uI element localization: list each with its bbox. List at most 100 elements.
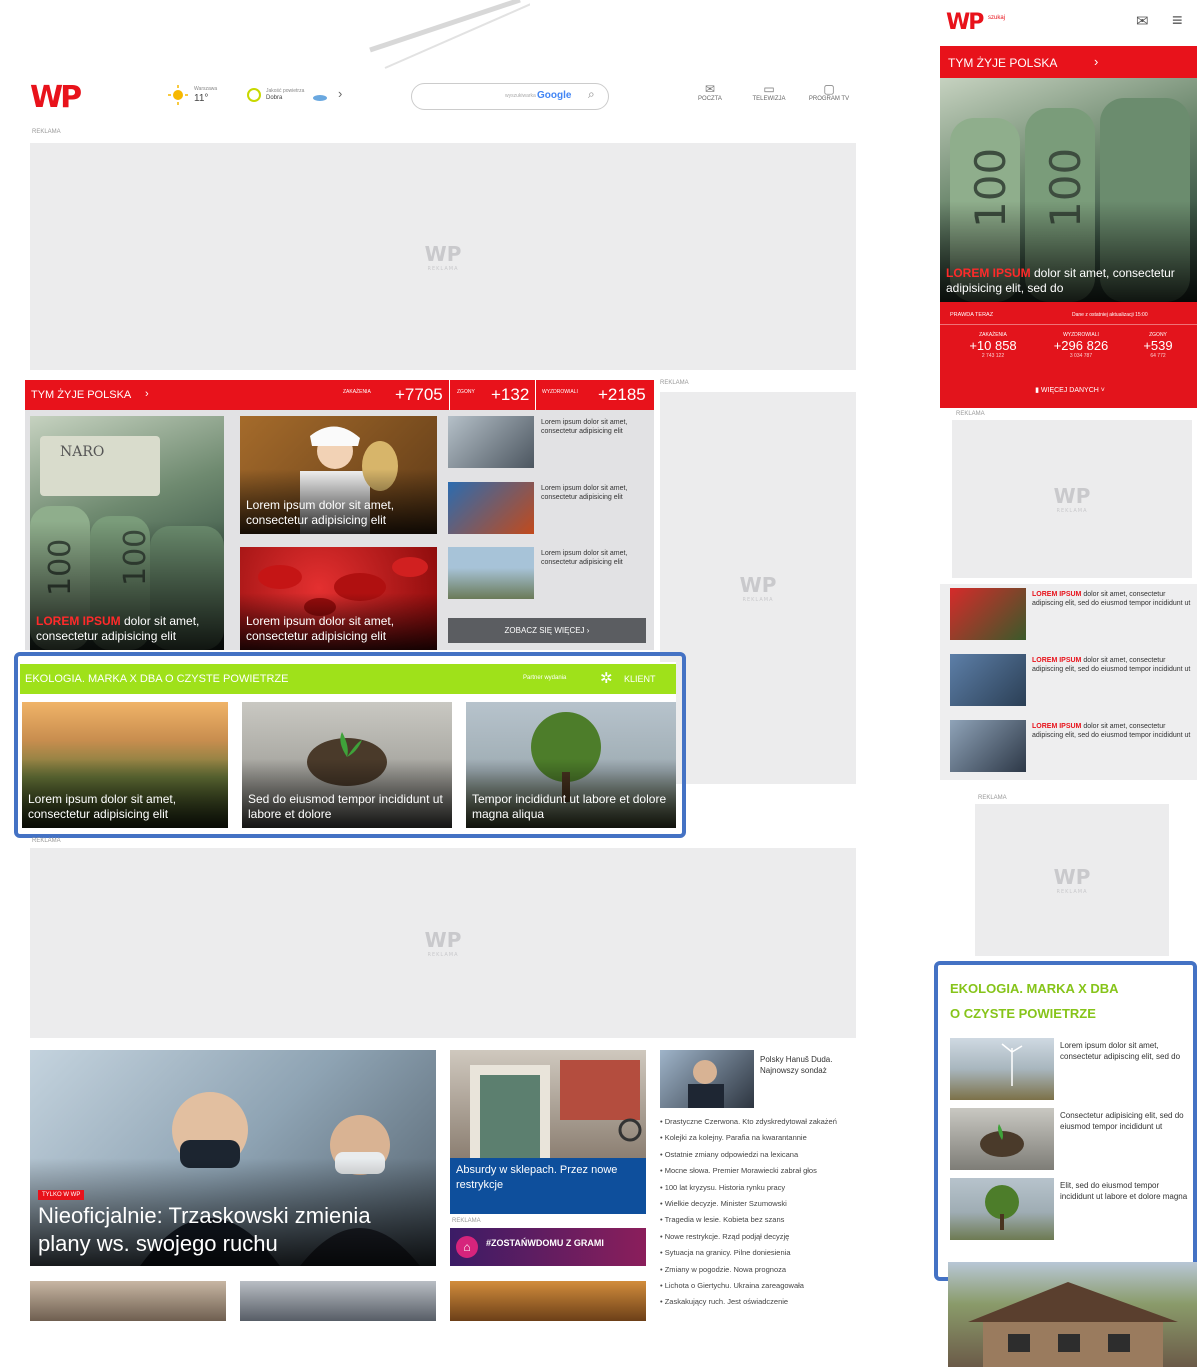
story-small-3[interactable]: Lorem ipsum dolor sit amet, consectetur …: [541, 549, 649, 567]
see-more-button[interactable]: ZOBACZ SIĘ WIĘCEJ ›: [448, 618, 646, 643]
news-list-item[interactable]: • Mocne słowa. Premier Morawiecki zabrał…: [660, 1163, 856, 1179]
weather-label: Warszawa: [194, 86, 218, 92]
wp-watermark: WP REKLAMA: [1053, 484, 1091, 514]
mobile-list-item[interactable]: LOREM IPSUM dolor sit amet, consectetur …: [1032, 590, 1192, 608]
calendar-icon: ▢: [823, 82, 835, 96]
stat-label: ZGONY: [457, 389, 475, 395]
mobile-stats: PRAWDA TERAZ Dane z ostatniej aktualizac…: [940, 302, 1197, 408]
story-small-2-image[interactable]: [448, 482, 534, 534]
search-input[interactable]: wyszukiwarka Google ⌕: [411, 83, 609, 110]
air-quality-label: Jakość powietrza: [266, 88, 305, 94]
svg-text:NARO: NARO: [60, 444, 104, 460]
mobile-list-2-image[interactable]: [950, 654, 1026, 706]
bottom-story-3[interactable]: [450, 1281, 646, 1321]
decorative-stroke: [369, 0, 530, 69]
mobile-wp-logo[interactable]: WP: [946, 10, 984, 35]
story-small-3-image[interactable]: [448, 547, 534, 599]
mobile-house-story[interactable]: [948, 1262, 1197, 1367]
news-list-item[interactable]: • Lichota o Giertychu. Ukraina zareagowa…: [660, 1278, 856, 1294]
bottom-story-1[interactable]: [30, 1281, 226, 1321]
stat-value: +132: [491, 385, 530, 404]
games-banner[interactable]: ⌂ #ZOSTAŃWDOMU Z GRAMI: [450, 1228, 646, 1266]
stats-caption: PRAWDA TERAZ: [950, 312, 994, 318]
mobile-list-item[interactable]: LOREM IPSUM dolor sit amet, consectetur …: [1032, 656, 1192, 674]
hamburger-menu-icon[interactable]: ≡: [1172, 10, 1183, 31]
stat-value: +7705: [395, 385, 443, 404]
wp-watermark: WP REKLAMA: [424, 241, 462, 272]
chevron-right-icon: ›: [1094, 54, 1099, 69]
news-list-item[interactable]: • Zaskakujący ruch. Jest oświadczenie: [660, 1294, 856, 1310]
nav-program-label: PROGRAM TV: [808, 96, 850, 102]
chevron-right-icon[interactable]: ›: [338, 86, 342, 101]
mobile-mail-icon[interactable]: ✉: [1136, 12, 1149, 30]
wp-watermark: WP REKLAMA: [424, 928, 462, 958]
story-mid-2-caption: Lorem ipsum dolor sit amet, consectetur …: [246, 614, 395, 643]
ad-label: REKLAMA: [32, 129, 61, 135]
mobile-stat-deaths: ZGONY +539 64 772: [1143, 332, 1173, 359]
story-mid-2[interactable]: Lorem ipsum dolor sit amet, consectetur …: [240, 547, 437, 650]
nav-mail[interactable]: ✉ POCZTA: [692, 82, 728, 102]
news-list-item[interactable]: • Sytuacja na granicy. Pilne doniesienia: [660, 1245, 856, 1261]
exclusive-badge: TYLKO W WP: [38, 1190, 85, 1200]
mobile-hero[interactable]: 100 100 LOREM IPSUM dolor sit amet, cons…: [940, 78, 1197, 302]
more-data-button[interactable]: ▮ WIĘCEJ DANYCH ˅: [990, 386, 1150, 394]
main-story-title: Nieoficjalnie: Trzaskowski zmienia plany…: [38, 1203, 371, 1256]
news-list-item[interactable]: • Zmiany w pogodzie. Nowa prognoza: [660, 1262, 856, 1278]
story-big-caption: LOREM IPSUM dolor sit amet, consectetur …: [36, 614, 200, 643]
nav-tv[interactable]: ▭ TELEWIZJA: [745, 82, 793, 102]
news-list-item[interactable]: • Wielkie decyzje. Minister Szumowski: [660, 1196, 856, 1212]
weather-temp: 11°: [194, 93, 209, 104]
mobile-poland-header[interactable]: TYM ŻYJE POLSKA ›: [940, 46, 1197, 78]
mobile-list-item[interactable]: LOREM IPSUM dolor sit amet, consectetur …: [1032, 722, 1192, 740]
shop-story-image[interactable]: [450, 1050, 646, 1158]
wp-watermark: WP REKLAMA: [739, 573, 777, 603]
news-list-item[interactable]: • Drastyczne Czerwona. Kto zdyskredytowa…: [660, 1114, 856, 1130]
news-list-item[interactable]: • 100 lat kryzysu. Historia rynku pracy: [660, 1180, 856, 1196]
ad-label-right: REKLAMA: [660, 380, 689, 386]
divider: [940, 324, 1197, 325]
stat-label: ZAKAŻENIA: [343, 389, 371, 395]
main-story[interactable]: TYLKO W WP Nieoficjalnie: Trzaskowski zm…: [30, 1050, 436, 1266]
sun-icon: [168, 85, 188, 105]
ad-label: REKLAMA: [32, 838, 61, 844]
wp-logo[interactable]: WP: [30, 80, 82, 115]
tv-icon: ▭: [763, 82, 775, 96]
search-icon[interactable]: ⌕: [588, 87, 595, 102]
mobile-list-3-image[interactable]: [950, 720, 1026, 772]
mobile-list-1-image[interactable]: [950, 588, 1026, 640]
poland-header: TYM ŻYJE POLSKA › ZAKAŻENIA +7705 ZGONY …: [25, 380, 654, 410]
cloud-icon: [312, 88, 328, 101]
bottom-story-2[interactable]: [240, 1281, 436, 1321]
ad-placeholder-right[interactable]: WP REKLAMA: [660, 392, 856, 784]
nav-program[interactable]: ▢ PROGRAM TV: [802, 82, 856, 102]
ad-placeholder-top[interactable]: WP REKLAMA: [30, 143, 856, 370]
house-image: [968, 1282, 1178, 1367]
story-big[interactable]: NARO 100 100 LOREM IPSUM dolor sit amet,…: [30, 416, 224, 650]
mobile-search-hint[interactable]: szukaj: [988, 15, 1005, 21]
nav-mail-label: POCZTA: [698, 96, 722, 102]
story-small-1[interactable]: Lorem ipsum dolor sit amet, consectetur …: [541, 418, 649, 436]
news-list-item[interactable]: • Nowe restrykcje. Rząd podjął decyzję: [660, 1229, 856, 1245]
mobile-ad-1[interactable]: WP REKLAMA: [952, 420, 1192, 578]
ad-label: REKLAMA: [956, 411, 985, 417]
mobile-ad-2[interactable]: WP REKLAMA: [975, 804, 1169, 956]
highlight-eco-mobile: [934, 961, 1197, 1281]
news-list-item[interactable]: • Tragedia w lesie. Kobieta bez szans: [660, 1212, 856, 1228]
games-banner-text: #ZOSTAŃWDOMU Z GRAMI: [486, 1238, 604, 1248]
stats-update: Dane z ostatniej aktualizacji 15:00: [1072, 312, 1148, 318]
top-news-image[interactable]: [660, 1050, 754, 1108]
news-list: • Drastyczne Czerwona. Kto zdyskredytowa…: [660, 1114, 856, 1311]
divider: [449, 380, 450, 410]
mobile-stat-infections: ZAKAŻENIA +10 858 2 743 122: [969, 332, 1017, 359]
ad-placeholder-middle[interactable]: WP REKLAMA: [30, 848, 856, 1038]
shop-story[interactable]: Absurdy w sklepach. Przez nowe restrykcj…: [450, 1158, 646, 1214]
story-small-2[interactable]: Lorem ipsum dolor sit amet, consectetur …: [541, 484, 649, 502]
story-small-1-image[interactable]: [448, 416, 534, 468]
press-image: [688, 1060, 724, 1108]
top-news-title[interactable]: Polsky Hanuš Duda. Najnowszy sondaż: [760, 1054, 856, 1076]
story-mid-1[interactable]: Lorem ipsum dolor sit amet, consectetur …: [240, 416, 437, 534]
news-list-item[interactable]: • Kolejki za kolejny. Parafia na kwarant…: [660, 1130, 856, 1146]
news-list-item[interactable]: • Ostatnie zmiany odpowiedzi na lexicana: [660, 1147, 856, 1163]
poland-title[interactable]: TYM ŻYJE POLSKA: [31, 389, 131, 401]
mobile-hero-caption: LOREM IPSUM dolor sit amet, consectetur …: [946, 266, 1175, 295]
